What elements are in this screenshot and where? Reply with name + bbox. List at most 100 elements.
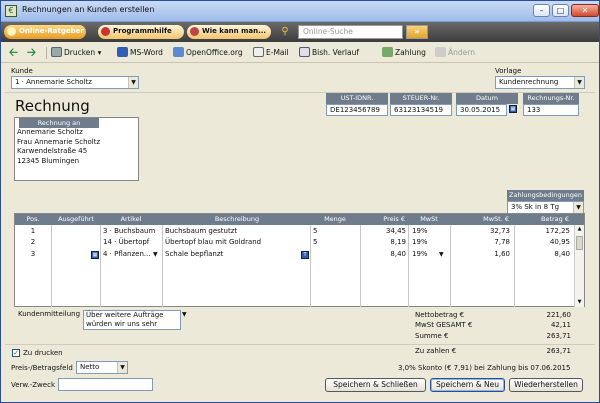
save-new-button[interactable]: Speichern & Neu [430,378,505,392]
col-artikel: Artikel [120,215,142,223]
msword-label: MS-Word [130,48,163,57]
search-icon[interactable]: ⚲ [278,25,292,39]
kunde-value: 1 · Annemarie Scholtz [15,78,92,86]
cell-artikel[interactable]: 3 · Buchsbaum [103,226,161,237]
terms-label: Zahlungsbedingungen [507,190,584,201]
table-scrollbar[interactable]: ▲ ▼ [574,225,584,307]
address-line: Annemarie Scholtz [17,128,83,136]
table-header: Pos. Ausgeführt Artikel Beschreibung Men… [15,214,584,225]
cell-preis[interactable]: 34,45 [361,226,406,237]
col-divider [162,225,163,307]
cell-beschreibung[interactable]: Übertopf blau mit Goldrand [165,237,309,248]
ust-label: UST-IDNR. [326,93,388,104]
openoffice-label: OpenOffice.org [186,48,243,57]
cell-mwst[interactable]: 19% [412,237,448,248]
chevron-down-icon[interactable]: ▼ [574,77,584,88]
cell-mwst-eur: 7,78 [494,238,510,246]
cell-mwst[interactable]: 19% [412,249,438,260]
cell-pos: 2 [30,238,36,246]
address-line: Frau Annemarie Scholtz [17,137,101,146]
email-button[interactable]: E-Mail [253,46,289,60]
billing-address-box[interactable]: Rechnung an Annemarie Scholtz Frau Annem… [14,117,139,181]
cell-menge[interactable]: 5 [313,226,357,237]
tab-online-ratgeber[interactable]: Online-Ratgeber [4,25,86,39]
print-button[interactable]: Drucken ▾ [51,46,101,60]
mwst-total-value: 42,11 [550,321,571,329]
chevron-down-icon[interactable]: ▼ [573,202,583,213]
edit-icon [435,47,446,57]
cell-mwst[interactable]: 19% [412,226,448,237]
netto-value: 221,60 [546,311,572,319]
preisfeld-select[interactable]: Netto ▼ [76,361,128,374]
info-icon [7,27,16,36]
minimize-button[interactable]: – [533,4,550,17]
zweck-field[interactable] [58,378,153,391]
print-checkbox-label: Zu drucken [23,349,63,357]
cell-menge[interactable]: 5 [313,237,357,248]
memo-label: Kundenmitteilung [18,310,81,318]
openoffice-button[interactable]: OpenOffice.org [173,46,243,60]
scroll-down-icon[interactable]: ▼ [575,298,584,307]
netto-label: Nettobetrag € [415,311,465,319]
history-button[interactable]: Bish. Verlauf [299,46,359,60]
col-pos: Pos. [26,215,40,223]
steuer-label: STEUER-Nr. [390,93,452,104]
toolbar: 🡠 🡢 Drucken ▾ MS-Word OpenOffice.org E-M… [1,43,599,63]
payment-button[interactable]: Zahlung [382,46,426,60]
email-label: E-Mail [266,48,289,57]
vorlage-select[interactable]: Kundenrechnung ▼ [495,76,585,89]
col-divider [51,225,52,307]
cell-menge[interactable] [313,249,357,260]
kunde-select[interactable]: 1 · Annemarie Scholtz ▼ [11,76,139,89]
maximize-button[interactable]: □ [552,4,569,17]
close-button[interactable]: ✕ [571,4,599,17]
chevron-down-icon[interactable]: ▼ [128,77,138,88]
history-icon [299,47,310,57]
cell-artikel[interactable]: 14 · Übertopf [103,237,161,248]
cell-betrag[interactable]: 172,25 [515,226,571,237]
zweck-label: Verw.-Zweck [11,381,55,389]
tab-label: Online-Ratgeber [19,27,84,35]
printer-icon [51,47,62,57]
address-header: Rechnung an [19,118,99,128]
datum-field[interactable]: 30.05.2015 [456,104,507,116]
chevron-down-icon[interactable]: ▼ [182,311,187,318]
restore-button[interactable]: Wiederherstellen [509,378,583,392]
cell-preis[interactable]: 8,40 [361,249,406,260]
zu-zahlen-label: Zu zahlen € [415,347,457,355]
scroll-thumb[interactable] [576,236,583,250]
search-go-button[interactable]: » [406,25,428,39]
text-edit-icon[interactable]: T [301,251,309,259]
cell-betrag[interactable]: 40,95 [515,237,570,248]
summe-label: Summe € [415,332,449,340]
rechnungsnr-field[interactable]: 133 [523,104,579,116]
msword-button[interactable]: MS-Word [117,46,163,60]
cell-pos: 3 [30,250,36,258]
scroll-up-icon[interactable]: ▲ [575,225,584,234]
back-arrow-icon[interactable]: 🡠 [9,46,18,60]
cell-beschreibung[interactable]: Buchsbaum gestutzt [165,226,309,237]
cell-artikel[interactable]: 4 · Pflanzen... [103,249,153,260]
memo-field[interactable]: Über weitere Aufträge würden wir uns seh… [83,310,181,330]
summe-value: 263,71 [546,332,572,340]
preisfeld-label: Preis-/Betragsfeld [11,364,73,372]
tab-programmhilfe[interactable]: Programmhilfe [98,25,184,39]
cell-betrag[interactable]: 8,40 [515,249,570,260]
address-line: Karwendelstraße 45 [17,147,88,155]
chevron-down-icon[interactable]: ▼ [439,249,448,260]
calendar-icon[interactable]: ▦ [91,251,99,259]
cell-preis[interactable]: 8,19 [361,237,406,248]
tab-wie-kann-man[interactable]: Wie kann man... [187,25,271,39]
online-search-input[interactable]: Online-Suche [298,25,403,39]
chevron-down-icon[interactable]: ▼ [117,362,127,373]
print-checkbox[interactable]: ✓ [12,349,20,357]
word-icon [117,47,128,57]
forward-arrow-icon[interactable]: 🡢 [27,46,36,60]
email-icon [253,47,264,57]
steuer-field[interactable]: 63123134519 [390,104,452,116]
chevron-down-icon[interactable]: ▼ [153,249,162,260]
save-close-button[interactable]: Speichern & Schließen [325,378,426,392]
calendar-icon[interactable]: ▦ [509,105,517,113]
ust-field[interactable]: DE123456789 [326,104,388,116]
cell-beschreibung[interactable]: Schale bepflanzt [165,249,299,260]
